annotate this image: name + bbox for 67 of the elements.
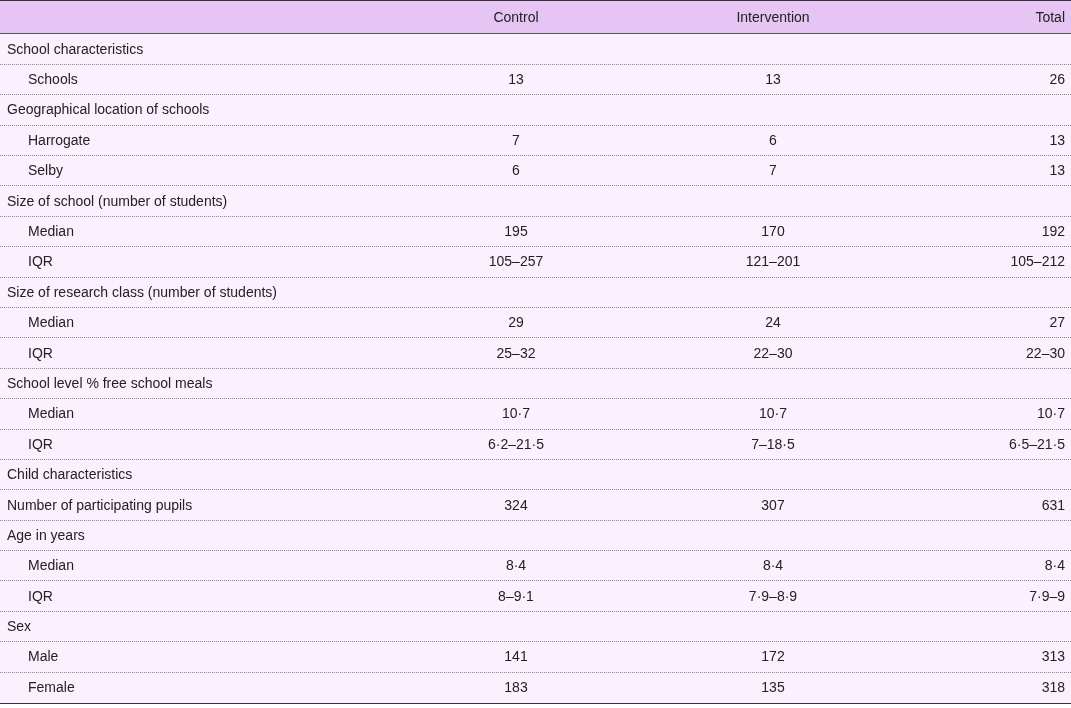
section-label: Sex [6, 617, 33, 637]
row-label: Harrogate [27, 130, 92, 150]
section-label: Number of participating pupils [6, 495, 194, 515]
table-cell-text: 195 [503, 222, 529, 241]
table-cell-text: 7 [768, 161, 778, 181]
row-label: IQR [27, 586, 54, 606]
table-cell-text: 7 [511, 130, 521, 150]
table-cell-text: 7·9–8·9 [747, 586, 799, 606]
table-cell-text: 135 [760, 678, 786, 698]
table-cell-text: 313 [1040, 647, 1066, 667]
table-cell-text: 8·4 [1043, 556, 1066, 576]
section-label: Size of school (number of students) [6, 191, 229, 211]
table-cell-text: 170 [760, 222, 786, 241]
table-cell-text: 318 [1040, 678, 1066, 698]
table-cell-text: 13 [507, 70, 525, 90]
table-cell-text: 307 [760, 495, 786, 515]
table-cell-text: 13 [1048, 161, 1066, 181]
table-cell-text: 29 [507, 313, 525, 333]
column-header: Control [492, 7, 540, 27]
section-label: Geographical location of schools [6, 100, 211, 120]
section-label: Age in years [6, 525, 86, 545]
row-label: Median [27, 313, 75, 333]
table-cell-text: 6 [768, 130, 778, 150]
table-cell-text: 7·9–9 [1028, 586, 1066, 606]
column-header: Intervention [735, 7, 811, 27]
table-cell-text: 13 [1048, 130, 1066, 150]
row-label: IQR [27, 343, 54, 363]
section-label: Child characteristics [6, 465, 134, 485]
table-cell-text: 8–9·1 [497, 586, 535, 606]
row-label: Male [27, 647, 60, 667]
row-label: IQR [27, 434, 54, 454]
section-label: School level % free school meals [6, 373, 214, 393]
table-cell-text: 22–30 [752, 343, 794, 363]
table-cell-text: 22–30 [1025, 343, 1066, 363]
table-cell-text: 7–18·5 [750, 434, 796, 454]
table-cell-text: 6·2–21·5 [486, 434, 545, 454]
table-cell-text: 192 [1040, 222, 1066, 241]
table-cell-text: 8·4 [761, 556, 785, 576]
row-label: Female [27, 678, 76, 698]
table-cell-text: 183 [503, 678, 529, 698]
table-cell-text: 24 [764, 313, 782, 333]
section-label: School characteristics [6, 39, 145, 59]
table-cell-text: 27 [1048, 313, 1066, 333]
table-cell-text: 6 [511, 161, 521, 181]
table-cell-text: 13 [764, 70, 782, 90]
table-cell-text: 8·4 [504, 556, 528, 576]
table-cell-text: 25–32 [495, 343, 537, 363]
row-label: Selby [27, 161, 65, 181]
table-cell-text: 10·7 [501, 404, 531, 424]
table-cell-text: 105–212 [1009, 252, 1066, 272]
row-label: Median [27, 404, 75, 424]
table-cell-text: 141 [503, 647, 529, 667]
column-header: Total [1034, 7, 1066, 27]
row-label: Median [27, 556, 75, 576]
table-cell-text: 172 [760, 647, 786, 667]
row-label: Median [27, 222, 75, 241]
table-cell-text: 10·7 [1035, 404, 1066, 424]
table-cell-text: 10·7 [758, 404, 788, 424]
table-cell-text: 631 [1040, 495, 1066, 515]
table-cell-text: 6·5–21·5 [1007, 434, 1066, 454]
table-cell-text: 26 [1048, 70, 1066, 90]
row-label: IQR [27, 252, 54, 272]
table-cell-text: 105–257 [487, 252, 545, 272]
table-cell-text: 324 [503, 495, 529, 515]
table-cell-text: 121–201 [744, 252, 802, 272]
section-label: Size of research class (number of students) [6, 282, 278, 302]
row-label: Schools [27, 70, 79, 90]
